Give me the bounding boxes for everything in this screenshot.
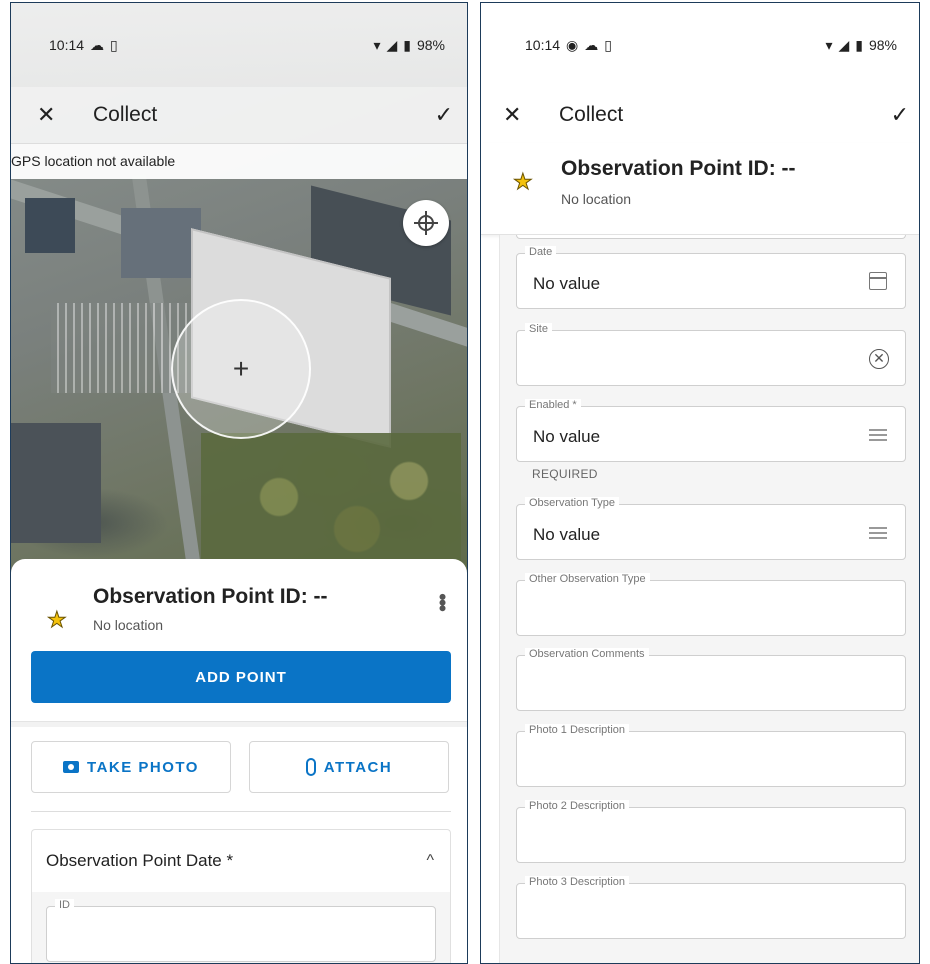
- cloud-icon: ☁: [90, 36, 105, 53]
- observation-type-field[interactable]: Observation Type No value: [516, 497, 906, 560]
- other-observation-type-field[interactable]: Other Observation Type: [516, 573, 906, 636]
- previous-field-edge: [516, 235, 906, 239]
- battery-icon: ▮: [403, 36, 411, 53]
- enabled-field[interactable]: Enabled * No value: [516, 399, 906, 462]
- phone-screen-map: 10:14 ☁ ▯ ▾ ◢ ▮ 98% ✕ Collect ✓ GPS loca…: [10, 2, 468, 964]
- page-title: Collect: [559, 103, 624, 126]
- signal-icon: ◢: [386, 36, 398, 53]
- field-label: Photo 1 Description: [525, 724, 629, 736]
- field-label: Observation Type: [525, 497, 620, 509]
- battery-icon: ▮: [855, 36, 863, 53]
- star-icon: ★: [513, 169, 534, 195]
- app-bar: ✕ Collect ✓: [11, 87, 467, 143]
- feature-sheet: ★ Observation Point ID: -- No location •…: [11, 559, 467, 963]
- list-icon: [869, 527, 887, 539]
- feature-header: ★ Observation Point ID: -- No location •…: [11, 577, 467, 645]
- field-label: Photo 3 Description: [525, 876, 629, 888]
- field-value: No value: [533, 525, 601, 544]
- field-value: No value: [533, 427, 601, 446]
- field-label: Date: [525, 246, 557, 258]
- wifi-icon: ▾: [825, 36, 833, 53]
- battery-level: 98%: [868, 37, 897, 53]
- field-value: No value: [533, 274, 601, 293]
- attach-label: ATTACH: [323, 758, 393, 776]
- take-photo-button[interactable]: TAKE PHOTO: [31, 741, 231, 793]
- feature-title: Observation Point ID: --: [561, 157, 796, 180]
- field-label: ID: [55, 899, 74, 911]
- paperclip-icon: [305, 758, 316, 776]
- phone-screen-form: 10:14 ◉ ☁ ▯ ▾ ◢ ▮ 98% ✕ Collect ✓ ★ Obse…: [480, 2, 920, 964]
- cloud-icon: ☁: [584, 36, 599, 53]
- status-time: 10:14: [49, 37, 85, 53]
- field-label: Photo 2 Description: [525, 800, 629, 812]
- crosshair-icon: +: [232, 353, 250, 384]
- close-icon[interactable]: ✕: [503, 102, 531, 128]
- photo-2-description-field[interactable]: Photo 2 Description: [516, 800, 906, 863]
- section-body: ID: [32, 892, 450, 963]
- id-field[interactable]: ID: [46, 899, 436, 962]
- section-title: Observation Point Date *: [46, 851, 234, 870]
- sim-icon: ▯: [604, 36, 612, 53]
- map-reticle: +: [171, 299, 311, 439]
- field-label: Enabled *: [525, 399, 581, 411]
- observation-comments-field[interactable]: Observation Comments: [516, 648, 906, 711]
- date-field[interactable]: Date No value: [516, 246, 906, 309]
- divider: [31, 811, 451, 812]
- locate-icon: [414, 211, 438, 235]
- field-label: Observation Comments: [525, 648, 649, 660]
- more-icon[interactable]: •••: [430, 593, 455, 610]
- divider: [11, 721, 467, 727]
- close-icon[interactable]: ✕: [37, 102, 65, 128]
- feature-subtitle: No location: [93, 617, 164, 633]
- feature-header: ★ Observation Point ID: -- No location: [481, 143, 919, 235]
- check-icon[interactable]: ✓: [435, 102, 453, 128]
- attach-button[interactable]: ATTACH: [249, 741, 449, 793]
- status-time: 10:14: [525, 37, 561, 53]
- calendar-icon[interactable]: [869, 272, 887, 290]
- form-scroll-area[interactable]: Date No value Site ✕ Enabled * No value …: [499, 235, 919, 963]
- list-icon: [869, 429, 887, 441]
- page-title: Collect: [93, 103, 158, 126]
- take-photo-label: TAKE PHOTO: [87, 758, 199, 776]
- camera-icon: [63, 761, 80, 773]
- section-header[interactable]: Observation Point Date * ^: [32, 830, 450, 892]
- notification-icon: ◉: [566, 36, 579, 53]
- add-point-button[interactable]: ADD POINT: [31, 651, 451, 703]
- locate-button[interactable]: [403, 200, 449, 246]
- signal-icon: ◢: [838, 36, 850, 53]
- status-bar: 10:14 ☁ ▯ ▾ ◢ ▮ 98%: [11, 3, 467, 87]
- feature-title: Observation Point ID: --: [93, 585, 328, 608]
- site-field[interactable]: Site ✕: [516, 323, 906, 386]
- battery-level: 98%: [416, 37, 445, 53]
- gps-status-banner: GPS location not available: [11, 143, 467, 179]
- check-icon[interactable]: ✓: [891, 102, 909, 128]
- wifi-icon: ▾: [373, 36, 381, 53]
- chevron-up-icon[interactable]: ^: [426, 852, 434, 870]
- field-label: Site: [525, 323, 552, 335]
- sim-icon: ▯: [110, 36, 118, 53]
- status-bar: 10:14 ◉ ☁ ▯ ▾ ◢ ▮ 98%: [481, 3, 919, 87]
- app-bar: ✕ Collect ✓: [481, 87, 919, 143]
- required-helper-text: REQUIRED: [532, 467, 598, 481]
- photo-3-description-field[interactable]: Photo 3 Description: [516, 876, 906, 939]
- clear-icon[interactable]: ✕: [869, 349, 889, 369]
- section-observation-point-date: Observation Point Date * ^ ID: [31, 829, 451, 963]
- photo-1-description-field[interactable]: Photo 1 Description: [516, 724, 906, 787]
- field-label: Other Observation Type: [525, 573, 650, 585]
- star-icon: ★: [47, 607, 68, 633]
- feature-subtitle: No location: [561, 191, 632, 207]
